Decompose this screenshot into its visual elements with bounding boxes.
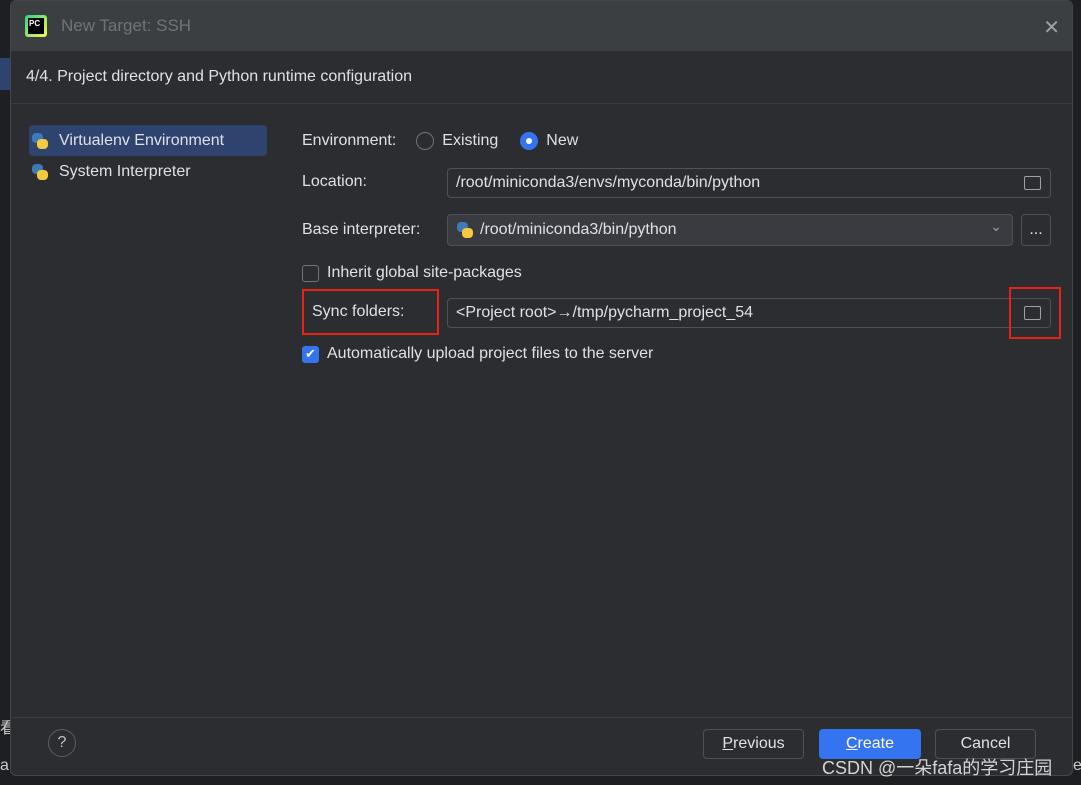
checkmark-icon: ✔ bbox=[302, 345, 319, 363]
python-icon bbox=[31, 163, 49, 181]
background-text: e bbox=[1073, 757, 1081, 774]
location-label: Location: bbox=[302, 173, 367, 190]
python-icon bbox=[456, 221, 474, 239]
sidebar-item-virtualenv[interactable]: Virtualenv Environment bbox=[29, 125, 267, 156]
radio-icon bbox=[416, 132, 435, 150]
pycharm-logo-icon: PC bbox=[25, 15, 47, 37]
highlight-box bbox=[302, 289, 439, 335]
inherit-checkbox[interactable]: Inherit global site-packages bbox=[302, 264, 522, 282]
previous-button[interactable]: Previous bbox=[703, 729, 804, 759]
highlight-box bbox=[1009, 287, 1061, 339]
sidebar: Virtualenv Environment System Interprete… bbox=[29, 125, 267, 187]
radio-existing[interactable]: Existing bbox=[416, 132, 498, 150]
radio-checked-icon bbox=[520, 132, 539, 150]
step-title: 4/4. Project directory and Python runtim… bbox=[11, 51, 1072, 104]
environment-label: Environment: bbox=[302, 132, 397, 149]
sync-folders-input[interactable]: <Project root>→/tmp/pycharm_project_54 bbox=[447, 298, 1051, 328]
checkbox-icon bbox=[302, 264, 319, 282]
title-bar: PC New Target: SSH ✕ bbox=[11, 1, 1072, 51]
sidebar-item-system-interpreter[interactable]: System Interpreter bbox=[29, 156, 267, 187]
base-interpreter-dropdown[interactable]: /root/miniconda3/bin/python ⌄ bbox=[447, 214, 1013, 246]
new-target-dialog: PC New Target: SSH ✕ 4/4. Project direct… bbox=[10, 0, 1073, 776]
auto-upload-checkbox[interactable]: ✔ Automatically upload project files to … bbox=[302, 345, 653, 363]
close-icon[interactable]: ✕ bbox=[1043, 15, 1060, 40]
chevron-down-icon: ⌄ bbox=[990, 218, 1002, 234]
help-button[interactable]: ? bbox=[48, 729, 76, 757]
background-window-strip bbox=[0, 58, 10, 90]
base-interpreter-label: Base interpreter: bbox=[302, 221, 421, 238]
watermark: CSDN @一朵fafa的学习庄园 bbox=[822, 758, 1053, 778]
location-input[interactable]: /root/miniconda3/envs/myconda/bin/python bbox=[447, 168, 1051, 198]
folder-icon[interactable] bbox=[1024, 176, 1041, 190]
background-text: a bbox=[0, 757, 9, 774]
radio-new[interactable]: New bbox=[520, 132, 578, 150]
browse-interpreter-button[interactable]: ... bbox=[1021, 214, 1051, 246]
window-title: New Target: SSH bbox=[61, 16, 192, 35]
python-virtualenv-icon bbox=[31, 132, 49, 150]
